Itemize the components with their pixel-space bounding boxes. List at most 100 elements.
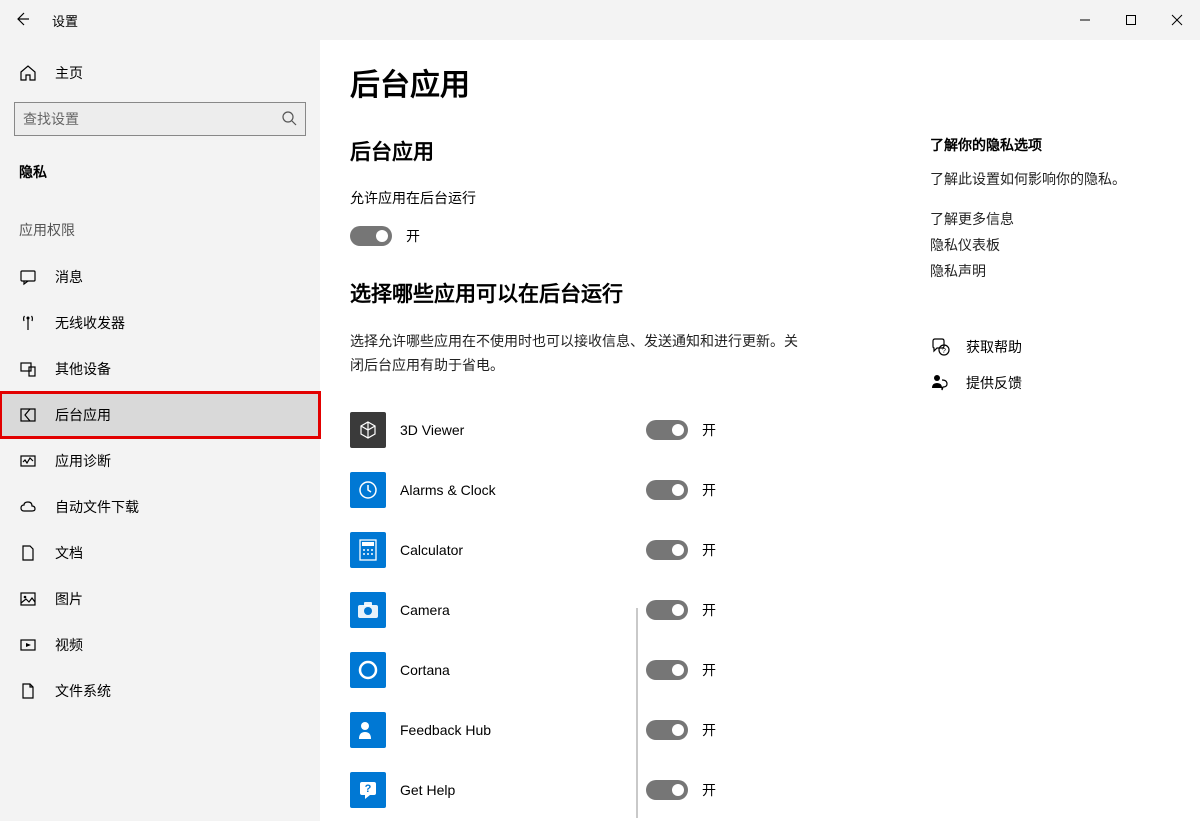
- app-icon: [350, 712, 386, 748]
- sidebar-item-label: 图片: [55, 589, 83, 609]
- message-icon: [19, 268, 37, 286]
- sidebar-item-other-devices[interactable]: 其他设备: [0, 346, 320, 392]
- section-description: 选择允许哪些应用在不使用时也可以接收信息、发送通知和进行更新。关闭后台应用有助于…: [350, 330, 810, 378]
- devices-icon: [19, 360, 37, 378]
- sidebar-item-label: 文档: [55, 543, 83, 563]
- app-icon: [350, 472, 386, 508]
- sidebar-item-pictures[interactable]: 图片: [0, 576, 320, 622]
- toggle-state: 开: [702, 780, 716, 800]
- search-input[interactable]: [23, 111, 281, 127]
- back-icon[interactable]: [14, 11, 30, 30]
- app-icon: [350, 592, 386, 628]
- svg-text:?: ?: [942, 348, 946, 355]
- app-icon: [350, 652, 386, 688]
- window-title: 设置: [52, 11, 78, 30]
- link-learn-more[interactable]: 了解更多信息: [930, 209, 1180, 229]
- search-icon: [281, 110, 297, 129]
- app-row: Feedback Hub 开: [350, 700, 910, 760]
- app-toggle[interactable]: [646, 660, 688, 680]
- sidebar-item-video[interactable]: 视频: [0, 622, 320, 668]
- sidebar: 主页 隐私 应用权限 消息 无线收发器 其他设备 后台应用 应用诊断: [0, 40, 320, 821]
- sidebar-item-label: 视频: [55, 635, 83, 655]
- section-background-apps: 后台应用: [350, 136, 910, 166]
- main-content: 后台应用 后台应用 允许应用在后台运行 开 选择哪些应用可以在后台运行 选择允许…: [350, 60, 910, 821]
- link-privacy-statement[interactable]: 隐私声明: [930, 261, 1180, 281]
- home-icon: [19, 64, 37, 82]
- app-list: 3D Viewer 开 Alarms & Clock 开 Calculator …: [350, 400, 910, 821]
- link-privacy-dashboard[interactable]: 隐私仪表板: [930, 235, 1180, 255]
- app-toggle[interactable]: [646, 780, 688, 800]
- app-name: 3D Viewer: [400, 422, 630, 438]
- svg-text:?: ?: [365, 783, 372, 795]
- app-toggle[interactable]: [646, 420, 688, 440]
- app-name: Get Help: [400, 782, 630, 798]
- close-button[interactable]: [1154, 0, 1200, 40]
- allow-label: 允许应用在后台运行: [350, 188, 910, 208]
- app-toggle[interactable]: [646, 720, 688, 740]
- sidebar-item-documents[interactable]: 文档: [0, 530, 320, 576]
- sidebar-section-privacy: 隐私: [0, 152, 320, 192]
- search-box[interactable]: [14, 102, 306, 136]
- background-apps-icon: [19, 406, 37, 424]
- sidebar-item-label: 应用诊断: [55, 451, 111, 471]
- feedback-label: 提供反馈: [966, 373, 1022, 393]
- app-icon: ?: [350, 772, 386, 808]
- toggle-state: 开: [702, 480, 716, 500]
- sidebar-item-filesystem[interactable]: 文件系统: [0, 668, 320, 714]
- app-name: Camera: [400, 602, 630, 618]
- home-label: 主页: [55, 63, 83, 83]
- sidebar-item-label: 自动文件下载: [55, 497, 139, 517]
- app-icon: [350, 532, 386, 568]
- privacy-options-header: 了解你的隐私选项: [930, 135, 1180, 155]
- sidebar-subheader-permissions: 应用权限: [0, 192, 320, 254]
- radio-icon: [19, 314, 37, 332]
- sidebar-item-messages[interactable]: 消息: [0, 254, 320, 300]
- app-row: Alarms & Clock 开: [350, 460, 910, 520]
- get-help-label: 获取帮助: [966, 337, 1022, 357]
- app-icon: [350, 412, 386, 448]
- document-icon: [19, 544, 37, 562]
- app-name: Cortana: [400, 662, 630, 678]
- app-name: Feedback Hub: [400, 722, 630, 738]
- diagnostics-icon: [19, 452, 37, 470]
- help-icon: ?: [930, 337, 950, 357]
- sidebar-item-app-diagnostics[interactable]: 应用诊断: [0, 438, 320, 484]
- section-choose-apps: 选择哪些应用可以在后台运行: [350, 278, 910, 308]
- file-icon: [19, 682, 37, 700]
- app-row: Cortana 开: [350, 640, 910, 700]
- maximize-button[interactable]: [1108, 0, 1154, 40]
- toggle-state: 开: [406, 226, 420, 246]
- picture-icon: [19, 590, 37, 608]
- app-row: Camera 开: [350, 580, 910, 640]
- toggle-state: 开: [702, 420, 716, 440]
- page-title: 后台应用: [350, 60, 910, 104]
- app-row: ? Get Help 开: [350, 760, 910, 820]
- sidebar-item-background-apps[interactable]: 后台应用: [0, 392, 320, 438]
- titlebar: 设置: [0, 0, 1200, 40]
- sidebar-item-label: 其他设备: [55, 359, 111, 379]
- right-panel: 了解你的隐私选项 了解此设置如何影响你的隐私。 了解更多信息 隐私仪表板 隐私声…: [930, 60, 1180, 821]
- scrollbar[interactable]: [636, 608, 638, 818]
- toggle-state: 开: [702, 660, 716, 680]
- feedback-link[interactable]: 提供反馈: [930, 373, 1180, 393]
- feedback-icon: [930, 373, 950, 393]
- sidebar-item-radio[interactable]: 无线收发器: [0, 300, 320, 346]
- sidebar-item-label: 消息: [55, 267, 83, 287]
- minimize-button[interactable]: [1062, 0, 1108, 40]
- app-toggle[interactable]: [646, 480, 688, 500]
- sidebar-item-label: 文件系统: [55, 681, 111, 701]
- master-toggle[interactable]: [350, 226, 392, 246]
- toggle-state: 开: [702, 720, 716, 740]
- cloud-icon: [19, 498, 37, 516]
- sidebar-item-label: 无线收发器: [55, 313, 125, 333]
- sidebar-item-auto-downloads[interactable]: 自动文件下载: [0, 484, 320, 530]
- toggle-state: 开: [702, 540, 716, 560]
- home-link[interactable]: 主页: [0, 54, 320, 92]
- privacy-options-text: 了解此设置如何影响你的隐私。: [930, 169, 1180, 189]
- app-toggle[interactable]: [646, 600, 688, 620]
- app-name: Alarms & Clock: [400, 482, 630, 498]
- get-help-link[interactable]: ? 获取帮助: [930, 337, 1180, 357]
- app-toggle[interactable]: [646, 540, 688, 560]
- toggle-state: 开: [702, 600, 716, 620]
- sidebar-item-label: 后台应用: [55, 405, 111, 425]
